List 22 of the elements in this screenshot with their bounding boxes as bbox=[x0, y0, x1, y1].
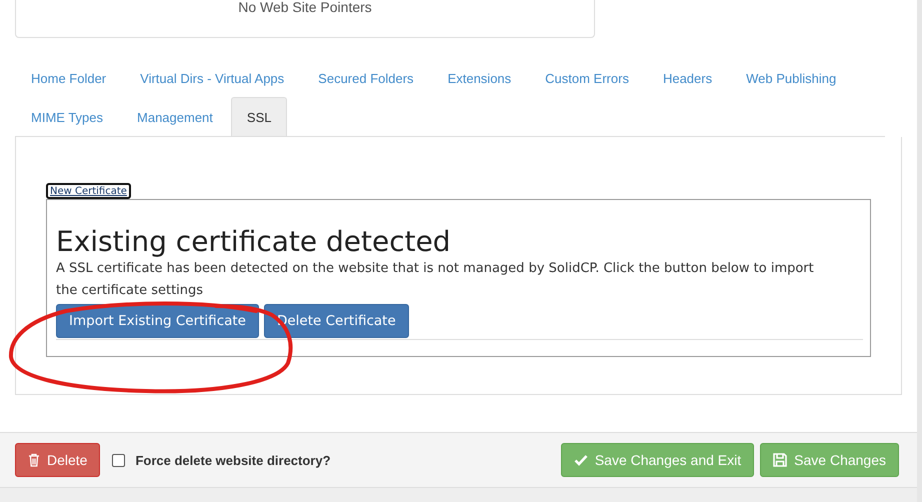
heading: Existing certificate detected bbox=[56, 226, 452, 258]
tab[interactable]: SSL bbox=[230, 97, 288, 136]
tab[interactable]: Web Publishing bbox=[730, 58, 852, 97]
tab[interactable]: Custom Errors bbox=[529, 58, 645, 97]
check-icon bbox=[574, 454, 588, 466]
import-certificate-button[interactable]: Import Existing Certificate bbox=[56, 304, 259, 338]
checkbox-label: Force delete website directory? bbox=[135, 452, 331, 468]
tab[interactable]: Headers bbox=[646, 58, 728, 97]
save-and-exit-button[interactable]: Save Changes and Exit bbox=[560, 443, 754, 477]
tab[interactable]: Home Folder bbox=[15, 58, 122, 97]
tab[interactable]: New Certificate bbox=[46, 183, 131, 199]
tab[interactable]: Extensions bbox=[432, 58, 528, 97]
delete-button[interactable]: Delete bbox=[15, 443, 100, 477]
tab[interactable]: MIME Types bbox=[15, 97, 120, 136]
checkbox[interactable] bbox=[112, 454, 126, 466]
tab[interactable]: Management bbox=[121, 97, 229, 136]
trash-icon bbox=[28, 453, 40, 467]
tab[interactable]: Virtual Dirs - Virtual Apps bbox=[124, 58, 300, 97]
tab[interactable]: Secured Folders bbox=[302, 58, 430, 97]
save-button[interactable]: Save Changes bbox=[760, 443, 899, 477]
empty-message: No Web Site Pointers bbox=[238, 0, 372, 15]
description-text: A SSL certificate has been detected on the website that is not managed by SolidCP. Click the button below to import the certificate settings bbox=[56, 260, 815, 300]
